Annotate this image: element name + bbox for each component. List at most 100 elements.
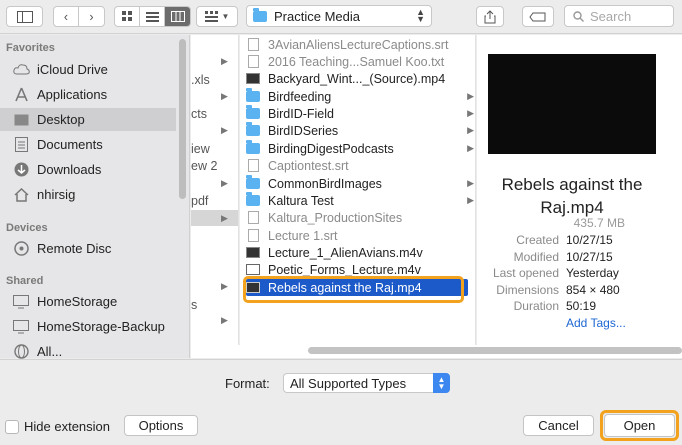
file-row[interactable]: BirdID-Field ▶: [246, 105, 474, 122]
file-row[interactable]: Kaltura Test ▶: [246, 192, 474, 209]
file-row[interactable]: Captiontest.srt: [246, 157, 468, 174]
video-file-icon: [246, 263, 260, 276]
add-tags-link[interactable]: Add Tags...: [566, 316, 626, 330]
sidebar-item-applications[interactable]: Applications: [0, 83, 176, 106]
folder-icon: [253, 7, 267, 22]
file-row[interactable]: Lecture 1.srt: [246, 227, 468, 244]
folder-icon-shape: [246, 105, 260, 119]
file-row[interactable]: 3AvianAliensLectureCaptions.srt: [246, 36, 468, 53]
sidebar-item-homestorage[interactable]: HomeStorage: [0, 290, 176, 313]
file-row[interactable]: Birdfeeding ▶: [246, 88, 474, 105]
chevron-right-icon: ▶: [467, 195, 474, 205]
hide-extension-checkbox[interactable]: [5, 420, 19, 434]
column-view-button[interactable]: [165, 7, 190, 26]
list-item[interactable]: cts: [191, 107, 207, 121]
icon-view-button[interactable]: [115, 7, 140, 26]
home-icon: [12, 187, 30, 203]
sidebar-item-home[interactable]: nhirsig: [0, 183, 176, 206]
format-select[interactable]: All Supported Types ▲ ▼: [283, 373, 450, 393]
list-item[interactable]: pdf: [191, 194, 208, 208]
open-button[interactable]: Open: [604, 414, 675, 437]
meta-row-duration: Duration 50:19: [477, 299, 682, 315]
meta-value: 854 × 480: [566, 283, 620, 297]
search-placeholder: Search: [590, 8, 632, 24]
horizontal-scrollbar[interactable]: [308, 347, 682, 354]
sidebar-item-remote-disc[interactable]: Remote Disc: [0, 237, 176, 260]
tag-button[interactable]: [522, 6, 554, 27]
video-file-icon: [246, 72, 260, 85]
share-button[interactable]: [476, 6, 504, 27]
file-row[interactable]: Backyard_Wint..._(Source).mp4: [246, 70, 468, 87]
bottom-bar: Format: All Supported Types ▲ ▼ Hide exte…: [0, 359, 682, 445]
globe-icon: [12, 344, 30, 360]
hide-extension-label: Hide extension: [24, 419, 110, 434]
folder-icon: [246, 175, 260, 190]
parent-column: .xls cts iew ew 2 pdf s ▶ ▶ ▶ ▶ ▶ ▶ ▶: [191, 35, 239, 358]
back-button[interactable]: ‹: [54, 7, 79, 26]
arrange-button[interactable]: ▼: [196, 6, 238, 27]
applications-icon: [12, 87, 30, 103]
chevron-right-icon: ▶: [467, 108, 474, 118]
sidebar-item-homestorage-backup[interactable]: HomeStorage-Backup: [0, 315, 176, 338]
chevron-right-icon: ▶: [221, 315, 228, 325]
disc-icon: [12, 241, 30, 257]
document-icon: [246, 211, 260, 224]
meta-key: Duration: [513, 299, 559, 313]
file-name: BirdID-Field: [268, 106, 334, 121]
meta-row-last-opened: Last opened Yesterday: [477, 266, 682, 282]
view-mode-control: [114, 6, 191, 27]
file-column: 3AvianAliensLectureCaptions.srt 2016 Teac…: [240, 35, 476, 358]
location-popup[interactable]: Practice Media ▲ ▼: [246, 5, 432, 27]
sidebar-item-desktop[interactable]: Desktop: [0, 108, 176, 131]
cancel-button[interactable]: Cancel: [523, 415, 594, 436]
file-row[interactable]: Lecture_1_AlienAvians.m4v: [246, 244, 468, 261]
sidebar-item-documents[interactable]: Documents: [0, 133, 176, 156]
list-item[interactable]: iew: [191, 142, 210, 156]
search-field[interactable]: Search: [564, 5, 674, 27]
document-icon-shape: [247, 55, 259, 68]
list-item[interactable]: ew 2: [191, 159, 217, 173]
sidebar-item-label: Downloads: [37, 162, 102, 177]
folder-icon: [246, 105, 260, 120]
sidebar-item-downloads[interactable]: Downloads: [0, 158, 176, 181]
sidebar-item-label: iCloud Drive: [37, 62, 108, 77]
list-item[interactable]: s: [191, 298, 197, 312]
document-icon-shape: [247, 38, 259, 51]
chevron-right-icon: ▶: [221, 125, 228, 135]
sidebar-item-label: HomeStorage-Backup: [37, 319, 165, 334]
sidebar-item-icloud-drive[interactable]: iCloud Drive: [0, 58, 176, 81]
forward-button[interactable]: ›: [79, 7, 104, 26]
chevron-right-icon: ›: [89, 9, 94, 24]
sidebar-toggle-button[interactable]: [6, 6, 43, 27]
search-icon: [573, 10, 584, 22]
chevron-right-icon: ▶: [467, 91, 474, 101]
file-row[interactable]: BirdIDSeries ▶: [246, 122, 474, 139]
video-file-icon-shape: [246, 264, 260, 275]
file-name: BirdIDSeries: [268, 123, 339, 138]
file-row[interactable]: CommonBirdImages ▶: [246, 175, 474, 192]
selection-highlight: [243, 276, 464, 303]
options-button[interactable]: Options: [124, 415, 198, 436]
folder-icon: [246, 88, 260, 103]
updown-icon: ▲ ▼: [433, 373, 450, 393]
file-row[interactable]: 2016 Teaching...Samuel Koo.txt: [246, 53, 468, 70]
sidebar-heading-devices: Devices: [6, 222, 48, 234]
sidebar-item-label: Applications: [37, 87, 108, 102]
monitor-icon: [12, 319, 30, 335]
list-view-button[interactable]: [140, 7, 165, 26]
list-item[interactable]: .xls: [191, 73, 210, 87]
selected-row[interactable]: [191, 210, 238, 226]
preview-pane: Rebels against the Raj.mp4 435.7 MB Crea…: [477, 35, 682, 358]
file-row[interactable]: Kaltura_ProductionSites: [246, 209, 468, 226]
file-name: 3AvianAliensLectureCaptions.srt: [268, 37, 449, 52]
file-row[interactable]: BirdingDigestPodcasts ▶: [246, 140, 474, 157]
file-name: Backyard_Wint..._(Source).mp4: [268, 71, 446, 86]
sidebar-item-label: Desktop: [37, 112, 85, 127]
format-value: All Supported Types: [290, 375, 407, 391]
folder-icon-shape: [246, 175, 260, 189]
location-label: Practice Media: [274, 8, 360, 24]
sidebar-scrollbar[interactable]: [179, 39, 186, 199]
share-icon: [484, 9, 496, 23]
grid-icon: [121, 11, 132, 21]
video-file-icon-shape: [246, 247, 260, 258]
